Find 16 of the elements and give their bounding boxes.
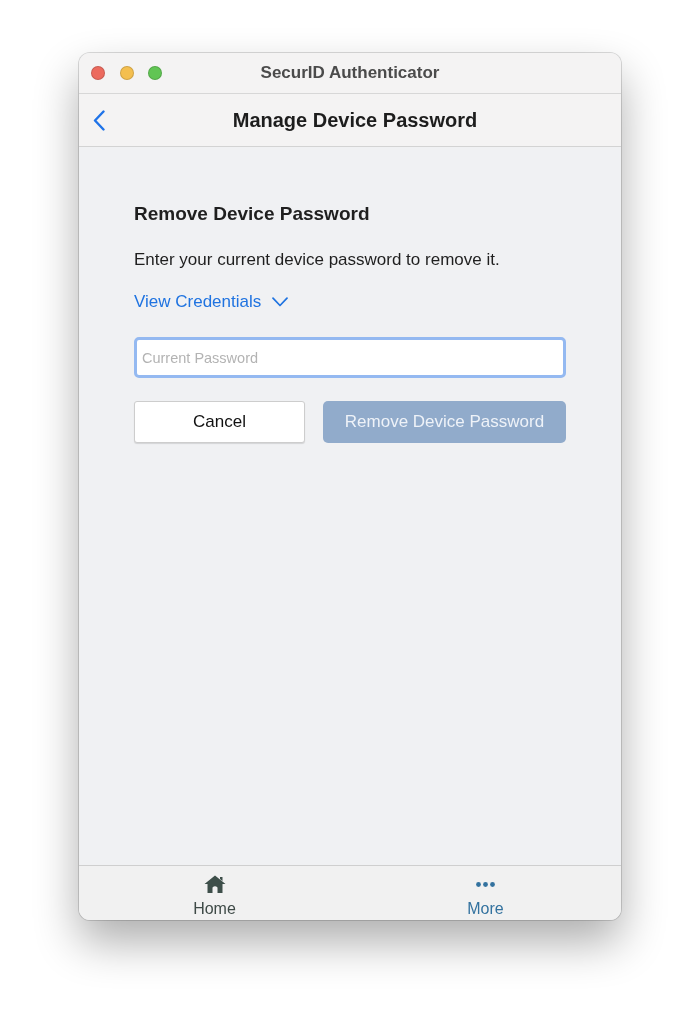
tab-item[interactable]: More bbox=[350, 866, 621, 920]
back-chevron-icon bbox=[93, 109, 105, 131]
view-credentials-link[interactable]: View Credentials bbox=[134, 291, 289, 313]
tab-item[interactable]: Home bbox=[79, 866, 350, 920]
zoom-button[interactable] bbox=[148, 66, 162, 80]
section-heading: Remove Device Password bbox=[134, 202, 371, 226]
more-icon bbox=[476, 881, 495, 887]
chevron-down-icon bbox=[272, 297, 289, 307]
cancel-button[interactable]: Cancel bbox=[134, 401, 305, 443]
minimize-button[interactable] bbox=[119, 66, 134, 80]
page-title: Manage Device Password bbox=[231, 108, 478, 132]
home-icon bbox=[203, 875, 226, 893]
window-title: SecurID Authenticator bbox=[260, 63, 440, 83]
password-field[interactable]: Current Password bbox=[134, 337, 566, 378]
close-button[interactable] bbox=[91, 66, 105, 80]
instruction-text: Enter your current device password to remove it. bbox=[134, 249, 501, 271]
